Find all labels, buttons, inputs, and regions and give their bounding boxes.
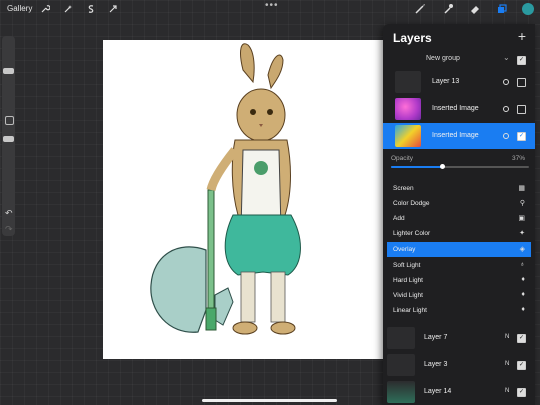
layer-visibility-checkbox[interactable]: ✓ — [517, 361, 526, 370]
layer-group-row[interactable]: New group ⌄ ✓ — [383, 52, 535, 68]
layers-icon[interactable] — [495, 2, 509, 16]
blend-mode-label: Overlay — [393, 246, 416, 253]
layer-thumbnail — [395, 71, 421, 93]
layer-row[interactable]: Layer 7 N ✓ — [383, 325, 535, 351]
blend-mode-label: Vivid Light — [393, 292, 423, 299]
layer-name: Layer 3 — [424, 361, 448, 368]
blend-mode-overlay[interactable]: Overlay ◈ — [387, 242, 531, 257]
soft-light-icon: ♁ — [519, 261, 525, 268]
blend-mode-label: Hard Light — [393, 277, 423, 284]
chevron-down-icon[interactable]: ⌄ — [503, 53, 510, 62]
layer-row[interactable]: Layer 3 N ✓ — [383, 352, 535, 378]
layer-visibility-checkbox[interactable]: ✓ — [517, 388, 526, 397]
blend-mode-label: Screen — [393, 185, 414, 192]
linear-light-icon: ♦ — [521, 306, 525, 313]
vivid-light-icon: ♦ — [521, 291, 525, 298]
layer-name: Layer 13 — [432, 78, 460, 85]
layer-options-dot[interactable] — [503, 133, 509, 139]
opacity-slider-knob[interactable] — [439, 164, 445, 169]
lighter-color-icon: ✦ — [519, 230, 525, 237]
eraser-icon[interactable] — [468, 2, 482, 16]
side-toolbar: ↶ ↷ — [2, 36, 15, 236]
layer-row[interactable]: Inserted Image — [383, 96, 535, 122]
magic-wand-icon[interactable] — [61, 2, 75, 16]
undo-icon[interactable]: ↶ — [5, 208, 13, 219]
layer-thumbnail — [387, 327, 415, 349]
top-toolbar: Gallery ••• — [0, 0, 540, 18]
hard-light-icon: ♦ — [521, 276, 525, 283]
more-menu[interactable]: ••• — [265, 0, 279, 11]
selection-icon[interactable] — [84, 2, 98, 16]
layer-name: Layer 7 — [424, 334, 448, 341]
layer-row[interactable]: Layer 13 — [383, 69, 535, 95]
blend-mode-badge[interactable]: N — [505, 388, 509, 394]
layer-options-dot[interactable] — [503, 106, 509, 112]
blend-mode-hard-light[interactable]: Hard Light ♦ — [387, 273, 531, 288]
blend-mode-soft-light[interactable]: Soft Light ♁ — [387, 258, 531, 273]
blend-mode-label: Lighter Color — [393, 230, 431, 237]
layer-name: Layer 14 — [424, 388, 452, 395]
screen-icon: ▦ — [518, 185, 525, 192]
blend-mode-label: Color Dodge — [393, 200, 430, 207]
layer-visibility-checkbox[interactable]: ✓ — [517, 334, 526, 343]
blend-mode-color-dodge[interactable]: Color Dodge ⚲ — [387, 196, 531, 211]
drawing-canvas[interactable] — [103, 40, 383, 359]
panel-title: Layers — [393, 31, 432, 45]
brush-size-slider[interactable] — [3, 68, 14, 74]
blend-mode-screen[interactable]: Screen ▦ — [387, 181, 531, 196]
opacity-slider-fill — [391, 166, 443, 168]
layer-row-selected[interactable]: Inserted Image ✓ — [383, 123, 535, 149]
overlay-icon: ◈ — [519, 246, 525, 253]
layer-row[interactable]: Layer 14 N ✓ — [383, 379, 535, 405]
redo-icon[interactable]: ↷ — [5, 224, 13, 235]
brush-icon[interactable] — [413, 2, 427, 16]
opacity-slider[interactable] — [391, 164, 529, 169]
blend-mode-label: Soft Light — [393, 262, 421, 269]
opacity-value: 37% — [511, 155, 525, 162]
layer-options-dot[interactable] — [503, 79, 509, 85]
rabbit-illustration — [150, 43, 301, 335]
modify-button[interactable] — [5, 116, 14, 125]
group-visibility-checkbox[interactable]: ✓ — [517, 56, 526, 65]
group-name: New group — [426, 55, 460, 62]
home-indicator — [202, 399, 337, 402]
opacity-label: Opacity — [391, 155, 414, 162]
layer-name: Inserted Image — [432, 105, 479, 112]
layer-name: Inserted Image — [432, 132, 479, 139]
blend-mode-lighter-color[interactable]: Lighter Color ✦ — [387, 226, 531, 241]
blend-mode-badge[interactable]: N — [505, 361, 509, 367]
add-layer-button[interactable]: + — [518, 28, 526, 44]
transform-arrow-icon[interactable] — [106, 2, 120, 16]
layer-visibility-checkbox[interactable]: ✓ — [517, 132, 526, 141]
color-dodge-icon: ⚲ — [519, 200, 525, 207]
add-icon: ▣ — [518, 215, 525, 222]
layer-visibility-checkbox[interactable] — [517, 105, 526, 114]
layer-thumbnail — [395, 125, 421, 147]
layer-thumbnail — [387, 354, 415, 376]
blend-mode-vivid-light[interactable]: Vivid Light ♦ — [387, 288, 531, 303]
layer-thumbnail — [387, 381, 415, 403]
gallery-button[interactable]: Gallery — [7, 4, 32, 13]
brush-opacity-slider[interactable] — [3, 136, 14, 142]
blend-mode-linear-light[interactable]: Linear Light ♦ — [387, 303, 531, 318]
smudge-icon[interactable] — [441, 2, 455, 16]
layer-visibility-checkbox[interactable] — [517, 78, 526, 87]
layers-panel: Layers + New group ⌄ ✓ Layer 13 Inserted… — [383, 24, 535, 405]
blend-mode-label: Add — [393, 215, 405, 222]
blend-mode-badge[interactable]: N — [505, 334, 509, 340]
blend-mode-label: Linear Light — [393, 307, 427, 314]
layer-thumbnail — [395, 98, 421, 120]
wrench-icon[interactable] — [38, 2, 52, 16]
color-swatch[interactable] — [522, 3, 534, 15]
blend-mode-add[interactable]: Add ▣ — [387, 211, 531, 226]
